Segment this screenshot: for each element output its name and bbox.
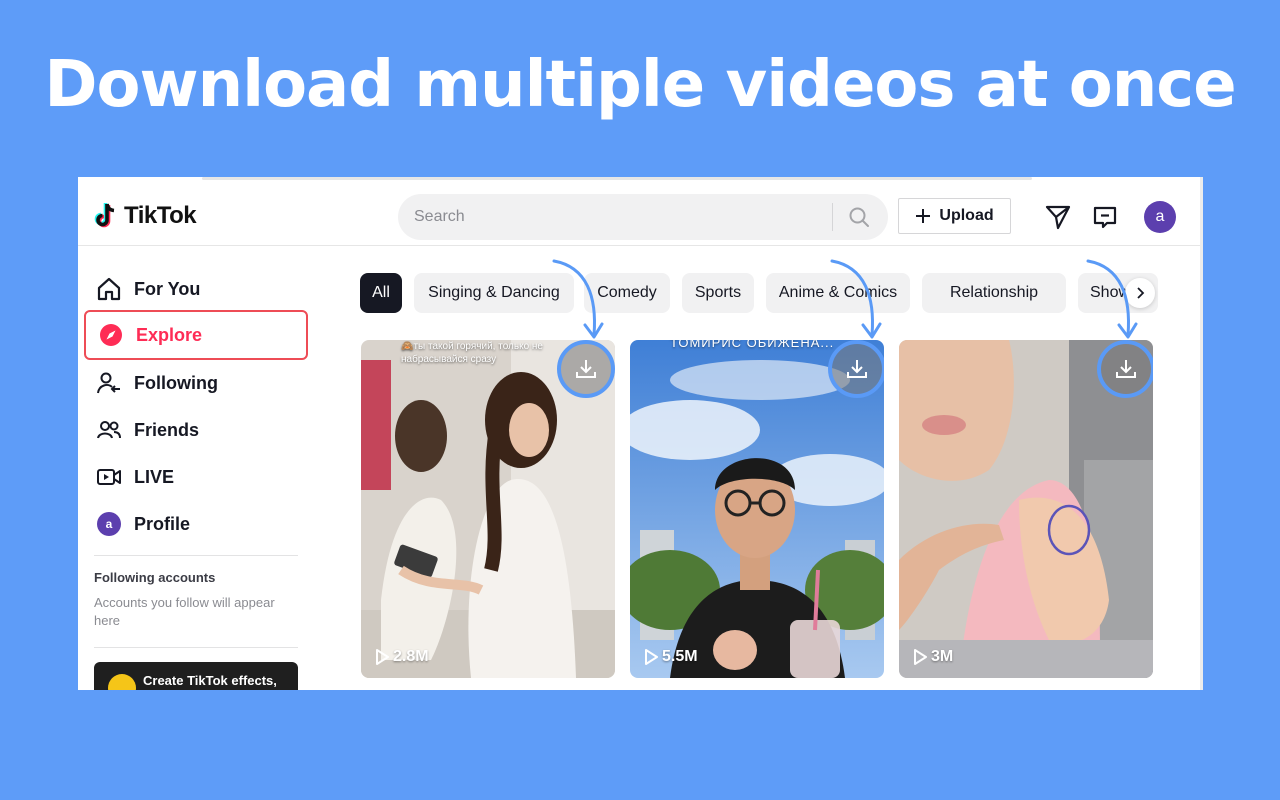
view-count-label: 3M xyxy=(931,648,954,665)
sidebar-item-profile[interactable]: a Profile xyxy=(84,499,308,549)
download-button[interactable] xyxy=(1097,340,1153,398)
video-card[interactable]: ТОМИРИС ОБИЖЕНА... 5.5M xyxy=(630,340,884,678)
sidebar-item-following[interactable]: Following xyxy=(84,358,308,408)
create-effects-banner[interactable]: Create TikTok effects, xyxy=(94,662,298,690)
video-caption: ТОМИРИС ОБИЖЕНА... xyxy=(670,340,835,350)
chip-sports[interactable]: Sports xyxy=(682,273,754,313)
plus-icon xyxy=(916,209,931,223)
arrow-pointer-icon xyxy=(1086,259,1138,339)
effects-label: Create TikTok effects, xyxy=(143,673,277,688)
view-count-label: 5.5M xyxy=(662,648,698,665)
upload-button[interactable]: Upload xyxy=(898,198,1011,234)
chip-singing-dancing[interactable]: Singing & Dancing xyxy=(414,273,574,313)
search-icon xyxy=(849,207,869,227)
download-icon xyxy=(576,360,596,378)
view-count: 2.8M xyxy=(375,648,429,666)
profile-avatar: a xyxy=(96,511,122,537)
logo-text: TikTok xyxy=(124,202,197,229)
sidebar-item-label: Following xyxy=(134,372,218,393)
play-icon xyxy=(376,649,389,665)
top-bar: TikTok Upload xyxy=(78,188,1200,246)
play-icon xyxy=(645,649,658,665)
search-bar xyxy=(398,194,888,240)
download-icon xyxy=(847,360,867,378)
following-accounts-note: Accounts you follow will appear here xyxy=(94,595,275,628)
sidebar-divider xyxy=(94,555,298,556)
sidebar-divider xyxy=(94,647,298,648)
live-icon xyxy=(96,464,122,490)
headline: Download multiple videos at once xyxy=(44,48,1236,122)
tiktok-note-icon xyxy=(94,203,115,228)
video-card[interactable]: 🙈ты такой горячий, только не набрасывайс… xyxy=(361,340,615,678)
following-icon xyxy=(96,370,122,396)
browser-edge xyxy=(202,177,1032,180)
arrow-pointer-icon xyxy=(552,259,604,339)
following-accounts-title: Following accounts xyxy=(94,570,216,585)
tiktok-logo[interactable]: TikTok xyxy=(94,202,197,230)
sidebar-item-friends[interactable]: Friends xyxy=(84,405,308,455)
view-count-label: 2.8M xyxy=(393,648,429,665)
category-chips: All Singing & Dancing Comedy Sports Anim… xyxy=(360,273,1170,313)
video-card[interactable]: 3M xyxy=(899,340,1153,678)
inbox-icon[interactable] xyxy=(1091,203,1119,231)
chip-relationship[interactable]: Relationship xyxy=(922,273,1066,313)
sidebar-item-explore[interactable]: Explore xyxy=(84,310,308,360)
view-count: 3M xyxy=(913,648,953,666)
avatar[interactable]: a xyxy=(1144,201,1176,233)
upload-label: Upload xyxy=(939,207,994,224)
home-icon xyxy=(96,276,122,302)
sidebar-item-live[interactable]: LIVE xyxy=(84,452,308,502)
download-button[interactable] xyxy=(557,340,615,398)
view-count: 5.5M xyxy=(644,648,698,666)
scrollbar[interactable] xyxy=(1200,177,1203,690)
sidebar-item-label: Friends xyxy=(134,419,200,440)
chip-all[interactable]: All xyxy=(360,273,402,313)
sidebar-item-label: Profile xyxy=(134,513,191,534)
tiktok-browser-screenshot: TikTok Upload xyxy=(78,177,1203,690)
sidebar: For You Explore Following Friends LIVE a… xyxy=(78,247,318,690)
sidebar-item-label: Explore xyxy=(136,324,203,345)
sidebar-item-label: LIVE xyxy=(134,466,175,487)
search-input[interactable] xyxy=(414,208,832,226)
effects-icon xyxy=(108,674,136,690)
download-button[interactable] xyxy=(828,340,884,398)
compass-icon xyxy=(98,322,124,348)
send-icon[interactable] xyxy=(1044,203,1072,231)
avatar: a xyxy=(97,512,121,536)
download-icon xyxy=(1116,360,1136,378)
play-icon xyxy=(914,649,927,665)
sidebar-item-label: For You xyxy=(134,278,201,299)
search-button[interactable] xyxy=(833,194,885,240)
arrow-pointer-icon xyxy=(830,259,882,339)
friends-icon xyxy=(96,417,122,443)
sidebar-item-for-you[interactable]: For You xyxy=(84,264,308,314)
